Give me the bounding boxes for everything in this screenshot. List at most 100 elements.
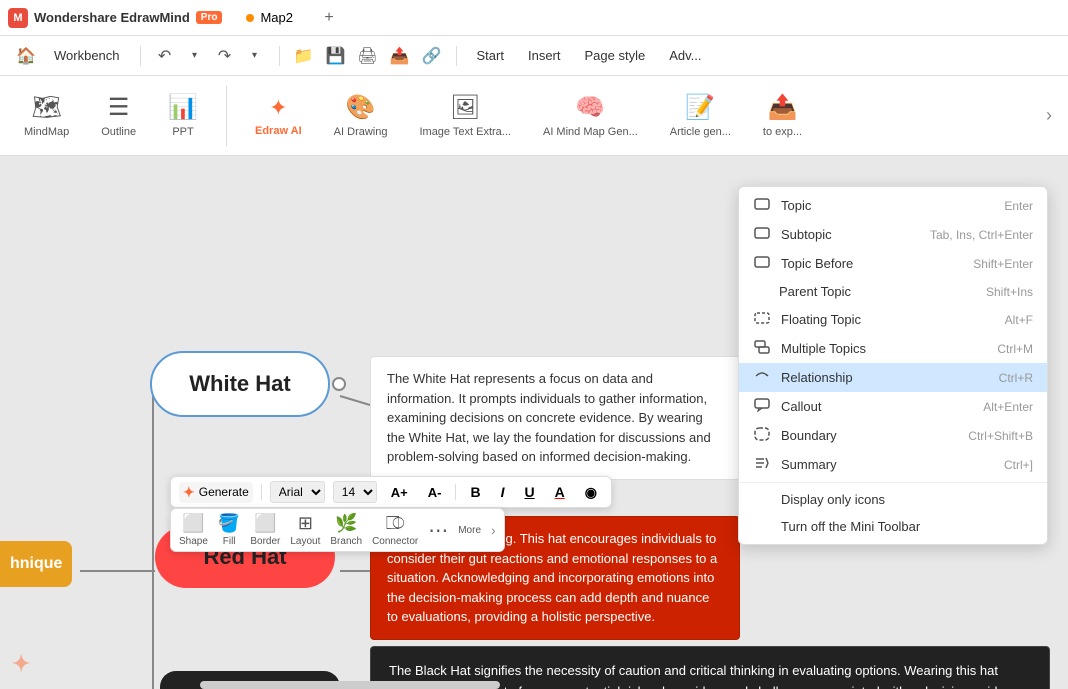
menu-item-display-icons[interactable]: Display only icons (739, 486, 1047, 513)
floating-topic-label: Floating Topic (781, 312, 995, 327)
menu-item-summary[interactable]: Summary Ctrl+] (739, 450, 1047, 479)
menu-item-floating-topic[interactable]: Floating Topic Alt+F (739, 305, 1047, 334)
horizontal-scrollbar[interactable] (200, 681, 500, 689)
more-button[interactable]: More (458, 525, 481, 536)
undo-dropdown[interactable]: ▾ (181, 42, 209, 70)
menu-item-subtopic[interactable]: Subtopic Tab, Ins, Ctrl+Enter (739, 220, 1047, 249)
menu-item-multiple-topics[interactable]: Multiple Topics Ctrl+M (739, 334, 1047, 363)
boundary-shortcut: Ctrl+Shift+B (968, 429, 1033, 443)
redo-button[interactable]: ↷ (211, 42, 239, 70)
watermark: ✦ (12, 651, 30, 677)
menu-item-topic-before[interactable]: Topic Before Shift+Enter (739, 249, 1047, 278)
border-button[interactable]: ⬜ Border (250, 513, 280, 547)
toolbar-separator (261, 484, 262, 500)
to-exp-label: to exp... (763, 126, 802, 138)
title-bar: M Wondershare EdrawMind Pro Map2 + (0, 0, 1068, 36)
article-gen-icon: 📝 (685, 93, 715, 122)
increase-font-button[interactable]: A+ (385, 483, 414, 502)
highlight-button[interactable]: ◉ (579, 482, 603, 503)
subtopic-icon (753, 226, 771, 243)
bold-button[interactable]: B (464, 482, 486, 502)
undo-button[interactable]: ↶ (151, 42, 179, 70)
ribbon-collapse-button[interactable]: › (1046, 105, 1052, 126)
menu-item-turn-off-toolbar[interactable]: Turn off the Mini Toolbar (739, 513, 1047, 540)
font-select[interactable]: Arial (270, 481, 325, 503)
relationship-icon (753, 369, 771, 386)
italic-button[interactable]: I (495, 482, 511, 502)
turn-off-toolbar-label: Turn off the Mini Toolbar (781, 519, 1033, 534)
font-size-select[interactable]: 14 (333, 481, 377, 503)
summary-icon (753, 456, 771, 473)
pro-badge: Pro (196, 11, 223, 24)
share-icon[interactable]: 🔗 (418, 42, 446, 70)
home-icon[interactable]: 🏠 (12, 42, 40, 70)
shape-button[interactable]: ⬜ Shape (179, 513, 208, 547)
image-text-label: Image Text Extra... (419, 126, 511, 138)
to-exp-ribbon-item[interactable]: 📤 to exp... (755, 87, 810, 144)
fill-button[interactable]: 🪣 Fill (218, 513, 240, 547)
menu-item-relationship[interactable]: Relationship Ctrl+R (739, 363, 1047, 392)
save-icon[interactable]: 💾 (322, 42, 350, 70)
outline-ribbon-item[interactable]: ☰ Outline (93, 87, 144, 144)
decrease-font-button[interactable]: A- (422, 483, 448, 502)
start-menu[interactable]: Start (467, 44, 514, 67)
ppt-ribbon-item[interactable]: 📊 PPT (160, 87, 206, 144)
insert-menu[interactable]: Insert (518, 44, 571, 67)
tab-label: Map2 (260, 10, 293, 25)
callout-label: Callout (781, 399, 973, 414)
white-hat-node[interactable]: White Hat (150, 351, 330, 417)
workbench-menu[interactable]: Workbench (44, 44, 130, 67)
canvas[interactable]: hnique White Hat Red Hat Black Hat The W… (0, 156, 1068, 689)
image-text-icon: 🖼 (450, 93, 480, 122)
multiple-topics-shortcut: Ctrl+M (997, 342, 1033, 356)
brand-name: Wondershare EdrawMind (34, 10, 190, 25)
connector-button[interactable]: ⎄ Connector (372, 513, 418, 547)
left-partial-node[interactable]: hnique (0, 541, 72, 587)
menu-separator3 (456, 46, 457, 66)
export-icon[interactable]: 📤 (386, 42, 414, 70)
print-icon[interactable]: 🖨 (354, 42, 382, 70)
toolbar-expand-button[interactable]: › (491, 522, 496, 538)
ai-drawing-ribbon-item[interactable]: 🎨 AI Drawing (326, 87, 396, 144)
menu-item-topic[interactable]: Topic Enter (739, 191, 1047, 220)
font-color-button[interactable]: A (549, 482, 571, 502)
new-tab-button[interactable]: + (317, 6, 341, 30)
node-connector-pin[interactable] (332, 377, 346, 391)
menu-item-callout[interactable]: Callout Alt+Enter (739, 392, 1047, 421)
topic-label: Topic (781, 198, 994, 213)
mindmap-icon: 🗺 (31, 93, 61, 122)
generate-button[interactable]: ✦ Generate (179, 482, 253, 503)
edraw-ai-ribbon-item[interactable]: ✦ Edraw AI (247, 89, 310, 143)
underline-button[interactable]: U (519, 482, 541, 502)
boundary-label: Boundary (781, 428, 958, 443)
menu-item-parent-topic[interactable]: Parent Topic Shift+Ins (739, 278, 1047, 305)
topic-before-label: Topic Before (781, 256, 963, 271)
parent-topic-shortcut: Shift+Ins (986, 285, 1033, 299)
relationship-shortcut: Ctrl+R (999, 371, 1033, 385)
generate-icon: ✦ (183, 484, 195, 501)
more-dots-button[interactable]: ⋯ (428, 518, 448, 543)
image-text-ribbon-item[interactable]: 🖼 Image Text Extra... (411, 87, 519, 144)
mindmap-ribbon-item[interactable]: 🗺 MindMap (16, 87, 77, 144)
edraw-ai-icon: ✦ (269, 95, 287, 121)
layout-button[interactable]: ⊞ Layout (290, 513, 320, 547)
menu-bar: 🏠 Workbench ↶ ▾ ↷ ▾ 📁 💾 🖨 📤 🔗 Start Inse… (0, 36, 1068, 76)
white-hat-description: The White Hat represents a focus on data… (370, 356, 740, 480)
mini-toolbar-row2: ⬜ Shape 🪣 Fill ⬜ Border ⊞ Layout 🌿 Branc… (170, 508, 505, 552)
article-gen-ribbon-item[interactable]: 📝 Article gen... (662, 87, 739, 144)
branch-button[interactable]: 🌿 Branch (330, 513, 362, 547)
page-style-menu[interactable]: Page style (575, 44, 656, 67)
tab-map2[interactable]: Map2 (234, 6, 305, 29)
folder-icon[interactable]: 📁 (290, 42, 318, 70)
adv-menu[interactable]: Adv... (659, 44, 711, 67)
subtopic-shortcut: Tab, Ins, Ctrl+Enter (930, 228, 1033, 242)
callout-icon (753, 398, 771, 415)
menu-separator (140, 46, 141, 66)
redo-dropdown[interactable]: ▾ (241, 42, 269, 70)
connector-icon: ⎄ (386, 513, 405, 534)
ai-mindmap-label: AI Mind Map Gen... (543, 126, 638, 138)
parent-topic-label: Parent Topic (779, 284, 976, 299)
menu-item-boundary[interactable]: Boundary Ctrl+Shift+B (739, 421, 1047, 450)
floating-topic-icon (753, 311, 771, 328)
ai-mindmap-ribbon-item[interactable]: 🧠 AI Mind Map Gen... (535, 87, 646, 144)
